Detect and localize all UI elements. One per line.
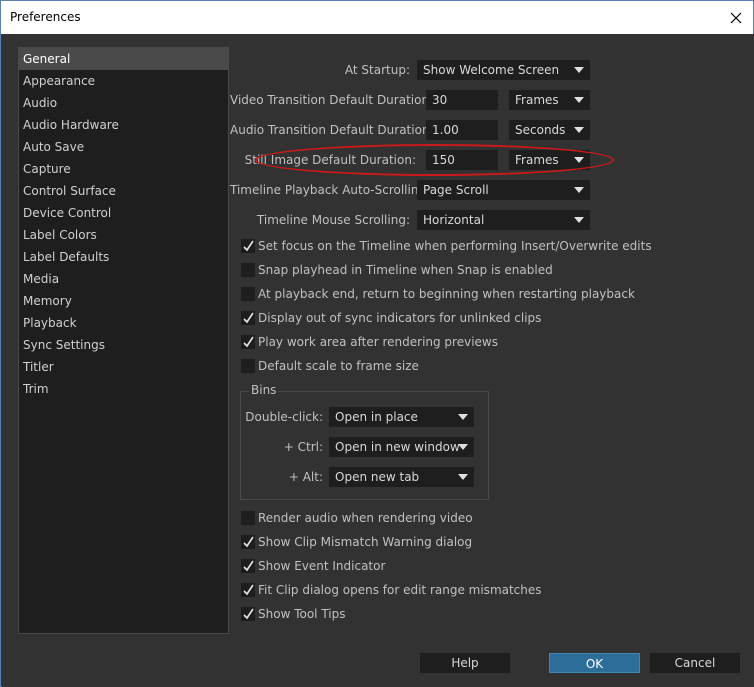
ctrl-label: + Ctrl: <box>283 440 323 454</box>
audio-transition-unit-dropdown[interactable]: Seconds <box>509 120 590 140</box>
checkbox-checked[interactable] <box>241 239 255 253</box>
sidebar-item-label-colors[interactable]: Label Colors <box>19 224 228 246</box>
cancel-button[interactable]: Cancel <box>650 653 740 673</box>
chevron-down-icon <box>574 97 584 103</box>
playback-scroll-dropdown[interactable]: Page Scroll <box>417 180 590 200</box>
title-bar: Preferences <box>1 1 753 34</box>
startup-dropdown[interactable]: Show Welcome Screen <box>417 60 590 80</box>
video-transition-unit: Frames <box>515 93 559 107</box>
startup-label: At Startup: <box>344 63 410 77</box>
checkmark-icon <box>243 536 254 548</box>
sidebar-item-capture[interactable]: Capture <box>19 158 228 180</box>
checkbox-checked[interactable] <box>241 311 255 325</box>
video-transition-unit-dropdown[interactable]: Frames <box>509 90 590 110</box>
bins-group: Bins Double-click: Open in place + Ctrl:… <box>240 383 489 500</box>
mouse-scroll-dropdown[interactable]: Horizontal <box>417 210 590 230</box>
sidebar-item-appearance[interactable]: Appearance <box>19 70 228 92</box>
ctrl-value: Open in new window <box>335 440 460 454</box>
video-transition-label: Video Transition Default Duration: <box>230 93 434 107</box>
mouse-scroll-value: Horizontal <box>423 213 485 227</box>
checkbox-checked[interactable] <box>241 559 255 573</box>
sidebar-item-general[interactable]: General <box>19 48 228 70</box>
audio-transition-label: Audio Transition Default Duration: <box>230 123 434 137</box>
checkbox-label: Default scale to frame size <box>258 359 419 373</box>
double-click-dropdown[interactable]: Open in place <box>329 407 474 427</box>
double-click-value: Open in place <box>335 410 418 424</box>
sidebar-item-auto-save[interactable]: Auto Save <box>19 136 228 158</box>
sidebar-item-audio-hardware[interactable]: Audio Hardware <box>19 114 228 136</box>
alt-value: Open new tab <box>335 470 420 484</box>
playback-scroll-label: Timeline Playback Auto-Scrolling: <box>230 183 431 197</box>
sidebar-item-audio[interactable]: Audio <box>19 92 228 114</box>
chevron-down-icon <box>574 67 584 73</box>
ctrl-dropdown[interactable]: Open in new window <box>329 437 474 457</box>
help-button[interactable]: Help <box>420 653 510 673</box>
checkbox-checked[interactable] <box>241 607 255 621</box>
checkmark-icon <box>243 584 254 596</box>
checkbox-checked[interactable] <box>241 583 255 597</box>
checkbox-label: Display out of sync indicators for unlin… <box>258 311 542 325</box>
ok-button[interactable]: OK <box>549 653 640 673</box>
checkbox-label: Fit Clip dialog opens for edit range mis… <box>258 583 542 597</box>
checkbox-label: At playback end, return to beginning whe… <box>258 287 635 301</box>
category-list: General Appearance Audio Audio Hardware Auto… <box>18 47 229 634</box>
alt-label: + Alt: <box>288 470 323 484</box>
sidebar-item-memory[interactable]: Memory <box>19 290 228 312</box>
checkbox-unchecked[interactable] <box>241 263 255 277</box>
checkmark-icon <box>243 312 254 324</box>
bins-title: Bins <box>249 383 279 397</box>
preferences-window: Preferences General Appearance Audio Audio … <box>0 0 754 687</box>
sidebar-item-sync-settings[interactable]: Sync Settings <box>19 334 228 356</box>
sidebar-item-trim[interactable]: Trim <box>19 378 228 400</box>
chevron-down-icon <box>574 187 584 193</box>
checkbox-label: Snap playhead in Timeline when Snap is e… <box>258 263 553 277</box>
sidebar-item-titler[interactable]: Titler <box>19 356 228 378</box>
dialog-content: General Appearance Audio Audio Hardware Auto… <box>2 34 754 687</box>
sidebar-item-device-control[interactable]: Device Control <box>19 202 228 224</box>
checkbox-label: Set focus on the Timeline when performin… <box>258 239 652 253</box>
checkbox-label: Show Clip Mismatch Warning dialog <box>258 535 473 549</box>
checkmark-icon <box>243 336 254 348</box>
checkbox-label: Render audio when rendering video <box>258 511 473 525</box>
mouse-scroll-label: Timeline Mouse Scrolling: <box>256 213 410 227</box>
checkmark-icon <box>243 560 254 572</box>
checkmark-icon <box>243 608 254 620</box>
checkbox-label: Play work area after rendering previews <box>258 335 498 349</box>
chevron-down-icon <box>574 127 584 133</box>
chevron-down-icon <box>574 217 584 223</box>
startup-value: Show Welcome Screen <box>423 63 560 77</box>
audio-transition-input[interactable]: 1.00 <box>426 120 498 140</box>
sidebar-item-control-surface[interactable]: Control Surface <box>19 180 228 202</box>
chevron-down-icon <box>458 474 468 480</box>
close-icon[interactable] <box>719 1 753 34</box>
checkbox-unchecked[interactable] <box>241 287 255 301</box>
checkbox-checked[interactable] <box>241 535 255 549</box>
chevron-down-icon <box>458 444 468 450</box>
checkmark-icon <box>243 240 254 252</box>
sidebar-item-playback[interactable]: Playback <box>19 312 228 334</box>
checkbox-label: Show Tool Tips <box>258 607 346 621</box>
audio-transition-unit: Seconds <box>515 123 566 137</box>
checkbox-checked[interactable] <box>241 335 255 349</box>
chevron-down-icon <box>458 414 468 420</box>
checkbox-unchecked[interactable] <box>241 359 255 373</box>
window-title: Preferences <box>10 10 81 24</box>
video-transition-input[interactable]: 30 <box>426 90 498 110</box>
sidebar-item-label-defaults[interactable]: Label Defaults <box>19 246 228 268</box>
checkbox-unchecked[interactable] <box>241 511 255 525</box>
annotation-circle <box>255 144 614 176</box>
checkbox-label: Show Event Indicator <box>258 559 386 573</box>
double-click-label: Double-click: <box>245 410 323 424</box>
playback-scroll-value: Page Scroll <box>423 183 489 197</box>
sidebar-item-media[interactable]: Media <box>19 268 228 290</box>
alt-dropdown[interactable]: Open new tab <box>329 467 474 487</box>
